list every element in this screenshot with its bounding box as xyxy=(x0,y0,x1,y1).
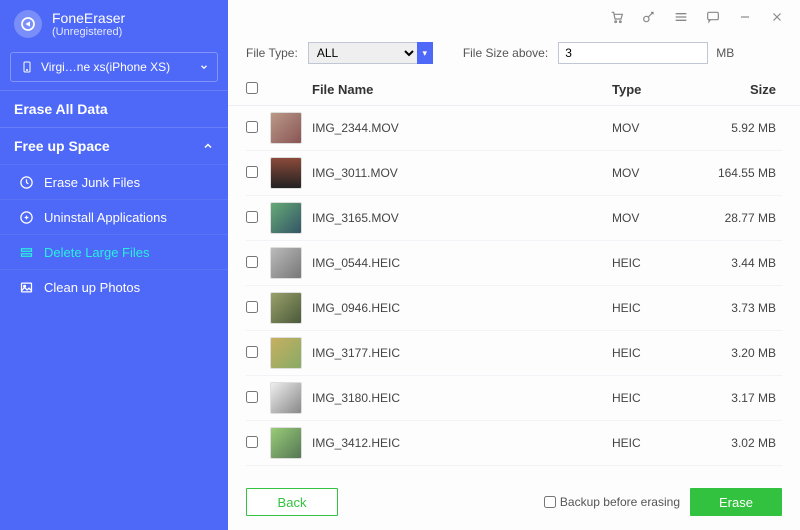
chevron-down-icon xyxy=(199,62,209,72)
file-size: 28.77 MB xyxy=(692,211,782,225)
table-row[interactable]: IMG_3165.MOVMOV28.77 MB xyxy=(246,196,782,241)
device-selector[interactable]: Virgi…ne xs(iPhone XS) xyxy=(10,52,218,82)
file-name: IMG_3011.MOV xyxy=(312,166,612,180)
app-license-status: (Unregistered) xyxy=(52,26,125,38)
file-thumbnail xyxy=(270,337,302,369)
file-type: MOV xyxy=(612,166,692,180)
file-name: IMG_0946.HEIC xyxy=(312,301,612,315)
sidebar-item-label: Uninstall Applications xyxy=(44,210,167,225)
feedback-icon[interactable] xyxy=(704,8,722,26)
file-size-unit: MB xyxy=(716,46,734,60)
file-name: IMG_3180.HEIC xyxy=(312,391,612,405)
app-logo-icon xyxy=(14,10,42,38)
nav-erase-all-data[interactable]: Erase All Data xyxy=(0,90,228,127)
row-checkbox[interactable] xyxy=(246,166,258,178)
file-type: MOV xyxy=(612,211,692,225)
file-size-label: File Size above: xyxy=(463,46,548,60)
file-type: MOV xyxy=(612,121,692,135)
device-label: Virgi…ne xs(iPhone XS) xyxy=(41,60,170,74)
backup-before-erasing-checkbox[interactable]: Backup before erasing xyxy=(544,495,680,509)
row-checkbox[interactable] xyxy=(246,391,258,403)
row-checkbox[interactable] xyxy=(246,121,258,133)
key-icon[interactable] xyxy=(640,8,658,26)
cart-icon[interactable] xyxy=(608,8,626,26)
back-button[interactable]: Back xyxy=(246,488,338,516)
file-thumbnail xyxy=(270,157,302,189)
file-size: 3.17 MB xyxy=(692,391,782,405)
file-name: IMG_3165.MOV xyxy=(312,211,612,225)
titlebar xyxy=(228,0,800,30)
file-type: HEIC xyxy=(612,256,692,270)
table-row[interactable]: IMG_0544.HEICHEIC3.44 MB xyxy=(246,241,782,286)
close-icon[interactable] xyxy=(768,8,786,26)
file-size: 3.73 MB xyxy=(692,301,782,315)
file-size-input[interactable] xyxy=(558,42,708,64)
table-row[interactable]: IMG_3412.HEICHEIC3.02 MB xyxy=(246,421,782,466)
file-size: 3.44 MB xyxy=(692,256,782,270)
row-checkbox[interactable] xyxy=(246,256,258,268)
file-type: HEIC xyxy=(612,391,692,405)
app-name: FoneEraser xyxy=(52,10,125,26)
table-row[interactable]: IMG_0946.HEICHEIC3.73 MB xyxy=(246,286,782,331)
clock-icon xyxy=(18,174,34,190)
table-header: File Name Type Size xyxy=(228,74,800,106)
erase-button[interactable]: Erase xyxy=(690,488,782,516)
file-thumbnail xyxy=(270,112,302,144)
file-type: HEIC xyxy=(612,436,692,450)
column-name[interactable]: File Name xyxy=(312,82,612,97)
main-panel: File Type: ALL ▾ File Size above: MB Fil… xyxy=(228,0,800,530)
file-thumbnail xyxy=(270,247,302,279)
filter-bar: File Type: ALL ▾ File Size above: MB xyxy=(228,30,800,74)
menu-icon[interactable] xyxy=(672,8,690,26)
table-row[interactable]: IMG_3180.HEICHEIC3.17 MB xyxy=(246,376,782,421)
file-name: IMG_3177.HEIC xyxy=(312,346,612,360)
chevron-up-icon xyxy=(202,140,214,152)
file-name: IMG_2344.MOV xyxy=(312,121,612,135)
column-type[interactable]: Type xyxy=(612,82,692,97)
sidebar-item-clean-up-photos[interactable]: Clean up Photos xyxy=(0,269,228,304)
file-thumbnail xyxy=(270,292,302,324)
table-row[interactable]: IMG_3011.MOVMOV164.55 MB xyxy=(246,151,782,196)
table-row[interactable]: IMG_3177.HEICHEIC3.20 MB xyxy=(246,331,782,376)
select-all-checkbox[interactable] xyxy=(246,82,258,94)
file-name: IMG_0544.HEIC xyxy=(312,256,612,270)
nav-free-up-space[interactable]: Free up Space xyxy=(0,127,228,164)
apps-icon xyxy=(18,209,34,225)
footer-bar: Back Backup before erasing Erase xyxy=(228,478,800,530)
file-name: IMG_3412.HEIC xyxy=(312,436,612,450)
sidebar-item-label: Clean up Photos xyxy=(44,280,140,295)
select-dropdown-icon[interactable]: ▾ xyxy=(417,42,433,64)
sidebar-item-label: Delete Large Files xyxy=(44,245,150,260)
file-type-select[interactable]: ALL xyxy=(308,42,418,64)
minimize-icon[interactable] xyxy=(736,8,754,26)
file-size: 3.02 MB xyxy=(692,436,782,450)
sidebar-item-label: Erase Junk Files xyxy=(44,175,140,190)
file-type: HEIC xyxy=(612,301,692,315)
file-type: HEIC xyxy=(612,346,692,360)
sidebar-item-delete-large-files[interactable]: Delete Large Files xyxy=(0,234,228,269)
brand-header: FoneEraser (Unregistered) xyxy=(0,0,228,46)
row-checkbox[interactable] xyxy=(246,301,258,313)
file-size: 164.55 MB xyxy=(692,166,782,180)
sidebar-item-erase-junk-files[interactable]: Erase Junk Files xyxy=(0,164,228,199)
sidebar-item-uninstall-applications[interactable]: Uninstall Applications xyxy=(0,199,228,234)
phone-icon xyxy=(19,59,35,75)
files-icon xyxy=(18,244,34,260)
row-checkbox[interactable] xyxy=(246,436,258,448)
photo-icon xyxy=(18,279,34,295)
file-thumbnail xyxy=(270,382,302,414)
row-checkbox[interactable] xyxy=(246,211,258,223)
sidebar: FoneEraser (Unregistered) Virgi…ne xs(iP… xyxy=(0,0,228,530)
column-size[interactable]: Size xyxy=(692,82,782,97)
file-type-label: File Type: xyxy=(246,46,298,60)
file-size: 3.20 MB xyxy=(692,346,782,360)
row-checkbox[interactable] xyxy=(246,346,258,358)
file-size: 5.92 MB xyxy=(692,121,782,135)
table-row[interactable]: IMG_2344.MOVMOV5.92 MB xyxy=(246,106,782,151)
file-thumbnail xyxy=(270,427,302,459)
file-thumbnail xyxy=(270,202,302,234)
file-list[interactable]: IMG_2344.MOVMOV5.92 MBIMG_3011.MOVMOV164… xyxy=(228,106,800,478)
